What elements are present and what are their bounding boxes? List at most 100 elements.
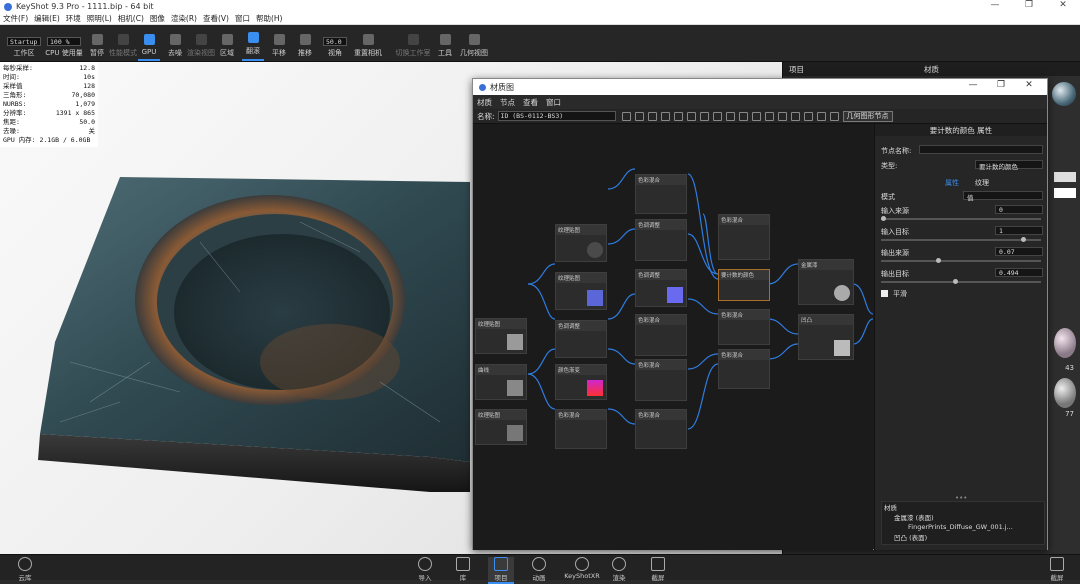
input-target-slider[interactable] — [881, 237, 1041, 242]
mg-close-button[interactable]: ✕ — [1015, 80, 1043, 90]
slider-knob[interactable] — [953, 279, 958, 284]
node-graph-canvas[interactable]: 纹理贴图 纹理贴图 纹理贴图 色调调整 色调调整 色调调整 颜色渐变 色彩混合 … — [473, 124, 873, 550]
menu-render[interactable]: 渲染(R) — [171, 13, 197, 24]
mode-select[interactable]: 值 — [963, 191, 1043, 202]
input-source-field[interactable]: 0 — [995, 205, 1043, 214]
zoom-fit-icon[interactable] — [634, 111, 644, 121]
graph-node[interactable]: 色调调整 — [635, 219, 687, 261]
animation-button[interactable]: 动画 — [526, 557, 552, 582]
output-target-slider[interactable] — [881, 279, 1041, 284]
graph-node[interactable]: 金属漆 — [798, 259, 854, 305]
smooth-checkbox[interactable] — [881, 290, 888, 297]
maximize-button[interactable]: ❐ — [1012, 0, 1046, 10]
graph-node[interactable]: 纹理贴图 — [555, 272, 607, 310]
mg-minimize-button[interactable]: — — [959, 80, 987, 90]
screenshot-right-button[interactable]: 截屏 — [1044, 557, 1070, 582]
material-thumb-1[interactable] — [1054, 328, 1076, 358]
pause-button[interactable]: 暂停 — [86, 27, 108, 61]
distribute-icon[interactable] — [790, 111, 800, 121]
reset-camera-button[interactable]: 重置相机 — [354, 27, 382, 61]
graph-node-selected[interactable]: 要计数的颜色 — [718, 269, 770, 301]
tumble-button[interactable]: 翻滚 — [242, 27, 264, 61]
graph-node[interactable]: 色彩混合 — [635, 359, 687, 401]
screenshot-button[interactable]: 截屏 — [645, 557, 671, 582]
graph-node[interactable]: 凹凸 — [798, 314, 854, 360]
menu-lighting[interactable]: 照明(L) — [87, 13, 112, 24]
graph-node[interactable]: 纹理贴图 — [475, 409, 527, 445]
mg-menu-material[interactable]: 材质 — [477, 97, 492, 108]
material-preview-sphere[interactable] — [1052, 82, 1076, 106]
menu-help[interactable]: 帮助(H) — [256, 13, 283, 24]
group-icon[interactable] — [751, 111, 761, 121]
arrange-icon[interactable] — [777, 111, 787, 121]
pan-button[interactable]: 平移 — [268, 27, 290, 61]
input-source-slider[interactable] — [881, 216, 1041, 221]
output-source-field[interactable]: 0.07 — [995, 247, 1043, 256]
region-button[interactable]: 区域 — [216, 27, 238, 61]
swatch-light[interactable] — [1054, 172, 1076, 182]
mg-menu-view[interactable]: 查看 — [523, 97, 538, 108]
mg-menu-node[interactable]: 节点 — [500, 97, 515, 108]
tab-texture[interactable]: 纹理 — [975, 178, 989, 188]
frame-selected-icon[interactable] — [647, 111, 657, 121]
tools-button[interactable]: 工具 — [434, 27, 456, 61]
slider-knob[interactable] — [1021, 237, 1026, 242]
graph-node[interactable]: 色彩混合 — [718, 349, 770, 389]
tree-item-metallic-paint[interactable]: 金属漆 (表面) — [882, 512, 1044, 522]
graph-node[interactable]: 色彩混合 — [635, 409, 687, 449]
material-thumb-2[interactable] — [1054, 378, 1076, 408]
render-button[interactable]: 渲染 — [606, 557, 632, 582]
graph-node[interactable]: 色彩混合 — [635, 314, 687, 356]
menu-file[interactable]: 文件(F) — [3, 13, 28, 24]
fov-tool[interactable]: 50.0 视角 — [320, 27, 350, 61]
graph-node[interactable]: 色彩混合 — [555, 409, 607, 449]
align-icon[interactable] — [686, 111, 696, 121]
close-button[interactable]: ✕ — [1046, 0, 1080, 10]
output-source-slider[interactable] — [881, 258, 1041, 263]
graph-node[interactable]: 曲线 — [475, 364, 527, 400]
slider-knob[interactable] — [881, 216, 886, 221]
tree-item-texture[interactable]: FingerPrints_Diffuse_GW_001.j... — [882, 522, 1044, 532]
mg-menu-window[interactable]: 窗口 — [546, 97, 561, 108]
tree-item-material[interactable]: 材质 — [882, 502, 1044, 512]
reset-icon[interactable] — [660, 111, 670, 121]
tab-properties[interactable]: 属性 — [945, 178, 959, 188]
material-name-input[interactable]: ID (BS-0112-BS3) — [497, 111, 616, 121]
expand-icon[interactable] — [803, 111, 813, 121]
geometry-node-button[interactable]: 几何图形节点 — [842, 110, 893, 122]
graph-node[interactable]: 色彩混合 — [635, 174, 687, 214]
collapse-icon[interactable] — [816, 111, 826, 121]
layout-icon[interactable] — [673, 111, 683, 121]
workspace-select[interactable]: Startup — [7, 37, 41, 46]
graph-node[interactable]: 颜色渐变 — [555, 364, 607, 400]
cloud-library-button[interactable]: 云库 — [12, 557, 38, 582]
library-button[interactable]: 库 — [450, 557, 476, 582]
graph-node[interactable]: 色彩混合 — [718, 309, 770, 345]
input-target-field[interactable]: 1 — [995, 226, 1043, 235]
performance-mode-button[interactable]: 性能模式 — [109, 27, 137, 61]
gpu-button[interactable]: GPU — [138, 27, 160, 61]
menu-window[interactable]: 窗口 — [235, 13, 250, 24]
fov-input[interactable]: 50.0 — [323, 37, 347, 46]
settings-icon[interactable] — [829, 111, 839, 121]
switch-studio-button[interactable]: 切换工作室 — [396, 27, 431, 61]
swatch-white[interactable] — [1054, 188, 1076, 198]
cpu-usage-tool[interactable]: 100 % CPU 使用量 — [45, 27, 83, 61]
slider-knob[interactable] — [936, 258, 941, 263]
menu-environment[interactable]: 环境 — [66, 13, 81, 24]
output-target-field[interactable]: 0.494 — [995, 268, 1043, 277]
save-icon[interactable] — [621, 111, 631, 121]
ungroup-icon[interactable] — [764, 111, 774, 121]
paste-icon[interactable] — [725, 111, 735, 121]
menu-camera[interactable]: 相机(C) — [118, 13, 144, 24]
graph-node[interactable]: 色调调整 — [555, 320, 607, 358]
minimize-button[interactable]: — — [978, 0, 1012, 10]
keyshotxr-button[interactable]: KeyShotXR — [564, 557, 600, 580]
dolly-button[interactable]: 推移 — [294, 27, 316, 61]
tab-material[interactable]: 材质 — [924, 64, 939, 75]
mg-maximize-button[interactable]: ❐ — [987, 80, 1015, 90]
duplicate-icon[interactable] — [738, 111, 748, 121]
delete-icon[interactable] — [699, 111, 709, 121]
graph-node[interactable]: 色彩混合 — [718, 214, 770, 260]
graph-node[interactable]: 纹理贴图 — [475, 318, 527, 354]
